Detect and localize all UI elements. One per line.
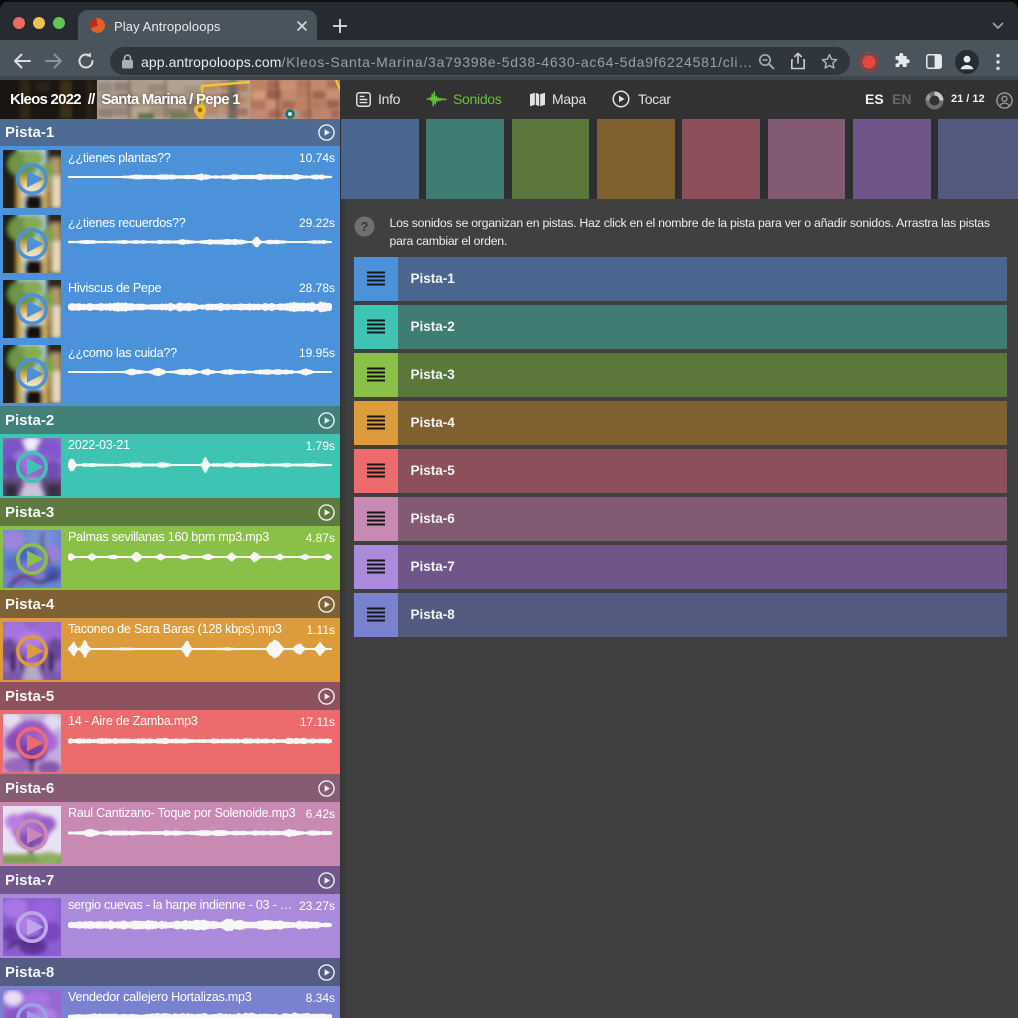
svg-text:?: ? bbox=[361, 219, 369, 234]
